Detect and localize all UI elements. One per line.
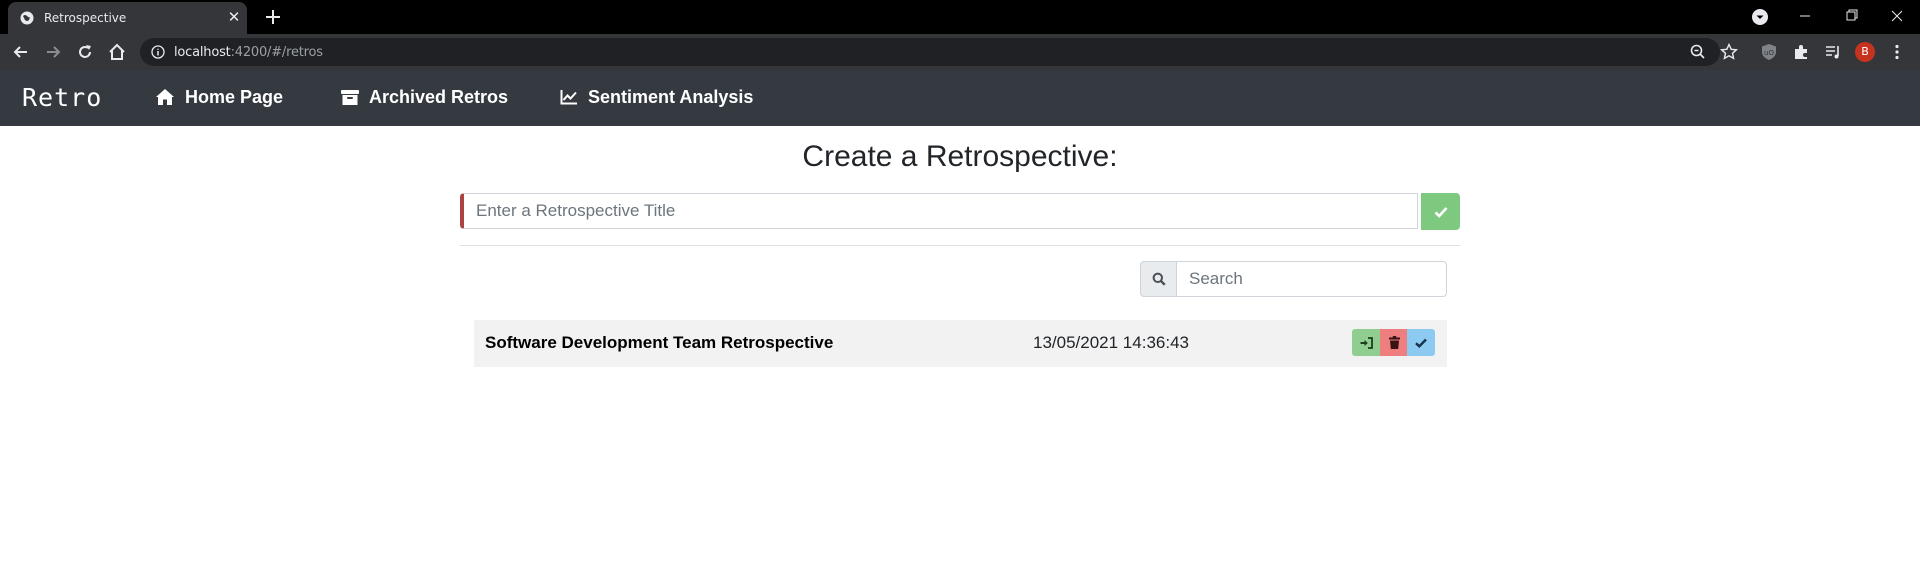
trash-icon bbox=[1388, 336, 1400, 349]
restore-icon[interactable] bbox=[1828, 0, 1874, 32]
new-tab-icon[interactable] bbox=[262, 6, 284, 28]
site-info-icon[interactable] bbox=[151, 45, 165, 59]
bookmark-star-icon[interactable] bbox=[1719, 42, 1739, 62]
forward-icon[interactable] bbox=[43, 42, 63, 62]
delete-retro-button[interactable] bbox=[1380, 329, 1408, 356]
join-retro-button[interactable] bbox=[1352, 329, 1380, 356]
back-icon[interactable] bbox=[11, 42, 31, 62]
profile-avatar[interactable]: B bbox=[1855, 42, 1875, 62]
address-bar[interactable] bbox=[140, 38, 1720, 66]
retro-title-input[interactable] bbox=[460, 193, 1418, 229]
create-retro-button[interactable] bbox=[1421, 193, 1460, 230]
globe-icon bbox=[20, 11, 34, 25]
url-text: localhost:4200/#/retros bbox=[174, 45, 323, 60]
app-brand[interactable]: Retro bbox=[22, 83, 102, 112]
divider bbox=[460, 245, 1460, 246]
search-addon bbox=[1140, 261, 1177, 297]
nav-item-home-label: Home Page bbox=[185, 86, 284, 107]
close-tab-icon[interactable]: ✕ bbox=[224, 8, 244, 28]
page-title: Create a Retrospective: bbox=[802, 140, 1118, 173]
reload-icon[interactable] bbox=[75, 42, 95, 62]
minimize-icon[interactable] bbox=[1782, 0, 1828, 32]
browser-tab-title: Retrospective bbox=[44, 11, 127, 25]
search-icon bbox=[1152, 272, 1166, 286]
nav-item-archived-label: Archived Retros bbox=[369, 86, 509, 107]
browser-tab[interactable]: Retrospective ✕ bbox=[8, 2, 247, 34]
search-input[interactable] bbox=[1177, 261, 1447, 297]
url-path: :4200/#/retros bbox=[230, 45, 323, 60]
retro-date: 13/05/2021 14:36:43 bbox=[1033, 333, 1189, 352]
zoom-icon[interactable] bbox=[1688, 42, 1708, 62]
home-icon bbox=[156, 89, 174, 105]
complete-retro-button[interactable] bbox=[1407, 329, 1435, 356]
line-chart-icon bbox=[560, 90, 577, 105]
app-navbar bbox=[0, 70, 1920, 126]
home-button-icon[interactable] bbox=[107, 42, 127, 62]
check-icon bbox=[1434, 206, 1447, 218]
nav-item-home[interactable]: Home Page bbox=[155, 83, 283, 111]
url-host: localhost bbox=[174, 45, 231, 60]
extensions-icon[interactable] bbox=[1791, 42, 1811, 62]
chrome-menu-icon[interactable] bbox=[1887, 42, 1907, 62]
nav-item-archived[interactable]: Archived Retros bbox=[341, 83, 508, 111]
tab-search-icon[interactable] bbox=[1751, 8, 1769, 26]
nav-item-sentiment[interactable]: Sentiment Analysis bbox=[560, 83, 753, 111]
archive-icon bbox=[341, 89, 359, 105]
check-icon bbox=[1415, 338, 1427, 348]
retro-title: Software Development Team Retrospective bbox=[485, 333, 834, 352]
nav-item-sentiment-label: Sentiment Analysis bbox=[588, 86, 754, 107]
media-control-icon[interactable] bbox=[1823, 42, 1843, 62]
ublock-extension-icon[interactable]: uO bbox=[1759, 42, 1779, 62]
svg-text:uO: uO bbox=[1764, 49, 1774, 57]
browser-tab-strip bbox=[0, 0, 1920, 34]
join-icon bbox=[1360, 336, 1373, 349]
close-window-icon[interactable] bbox=[1874, 0, 1920, 32]
